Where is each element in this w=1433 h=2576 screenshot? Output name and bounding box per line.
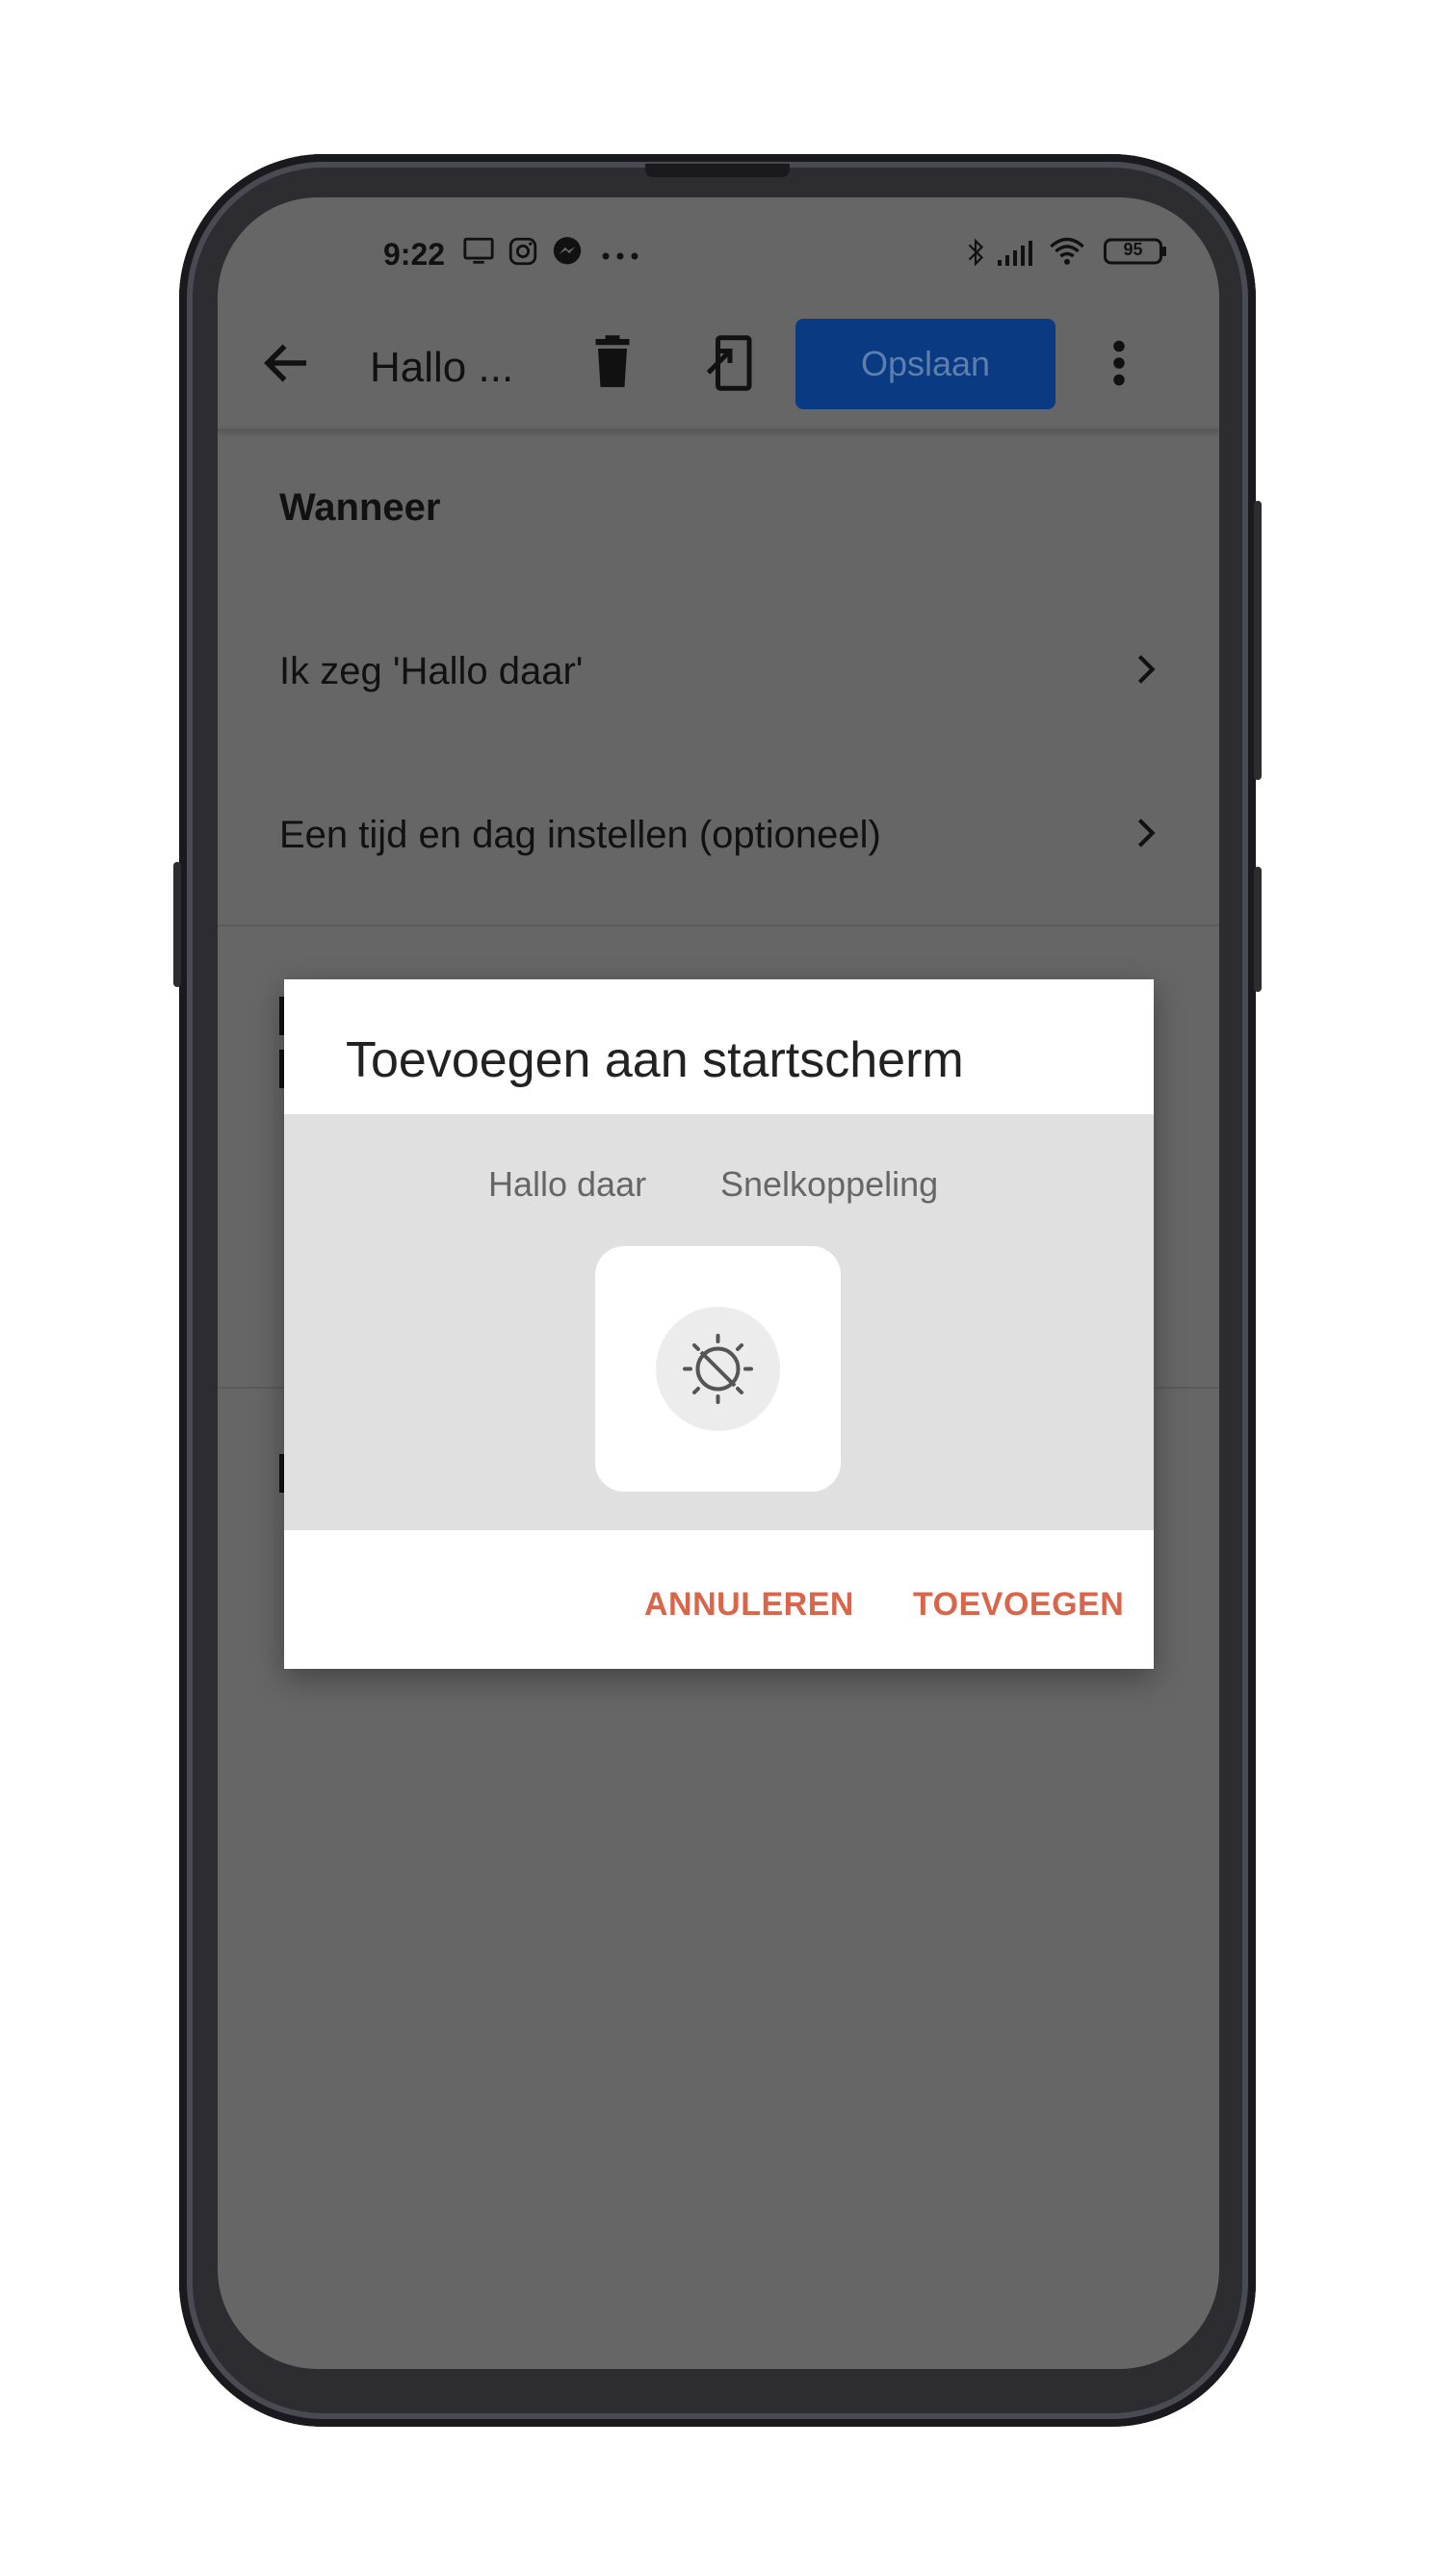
signal-icon — [996, 241, 1034, 273]
chevron-right-icon — [1127, 810, 1165, 856]
messenger-icon — [551, 235, 584, 273]
earpiece — [645, 164, 790, 177]
more-dots-icon — [601, 248, 639, 266]
phone-screen: 9:22 95 Hallo ... Opslaan Wanneer Ik zeg… — [218, 197, 1219, 2369]
row-label: Ik zeg 'Hallo daar' — [279, 650, 584, 692]
more-vert-icon[interactable] — [1100, 334, 1138, 392]
wifi-icon — [1048, 235, 1086, 273]
app-bar: Hallo ... Opslaan — [218, 305, 1219, 429]
shortcut-icon-tile[interactable] — [595, 1246, 841, 1492]
row-voice-trigger[interactable]: Ik zeg 'Hallo daar' — [279, 650, 1165, 693]
power-button-upper — [1254, 501, 1262, 780]
back-arrow-icon[interactable] — [258, 334, 316, 392]
monitor-icon — [462, 235, 495, 273]
page-title: Hallo ... — [370, 344, 514, 391]
power-button-lower — [1254, 867, 1262, 992]
app-bar-divider — [218, 429, 1219, 431]
row-time-day[interactable]: Een tijd en dag instellen (optioneel) — [279, 814, 1165, 857]
dialog-title: Toevoegen aan startscherm — [346, 1032, 964, 1088]
status-bar: 9:22 95 — [218, 231, 1219, 279]
instagram-icon — [507, 235, 539, 273]
add-to-homescreen-dialog: Toevoegen aan startscherm Hallo daar Sne… — [284, 979, 1154, 1669]
status-time: 9:22 — [383, 237, 446, 272]
trash-icon[interactable] — [584, 332, 641, 394]
save-button[interactable]: Opslaan — [795, 319, 1055, 409]
add-button[interactable]: TOEVOEGEN — [913, 1586, 1124, 1624]
bluetooth-icon — [963, 235, 988, 274]
chevron-right-icon — [1127, 646, 1165, 692]
add-to-homescreen-icon[interactable] — [701, 332, 759, 394]
section-heading-wanneer: Wanneer — [279, 486, 441, 529]
routine-sun-icon — [656, 1307, 780, 1431]
shortcut-name: Hallo daar — [488, 1164, 647, 1204]
row-label: Een tijd en dag instellen (optioneel) — [279, 814, 881, 856]
dialog-body: Hallo daar Snelkoppeling — [284, 1114, 1154, 1530]
battery-level: 95 — [1123, 240, 1143, 259]
section-divider — [218, 924, 1219, 926]
cancel-button[interactable]: ANNULEREN — [644, 1586, 854, 1624]
shortcut-type: Snelkoppeling — [720, 1164, 939, 1204]
battery-icon: 95 — [1104, 237, 1167, 271]
volume-button — [173, 862, 181, 987]
